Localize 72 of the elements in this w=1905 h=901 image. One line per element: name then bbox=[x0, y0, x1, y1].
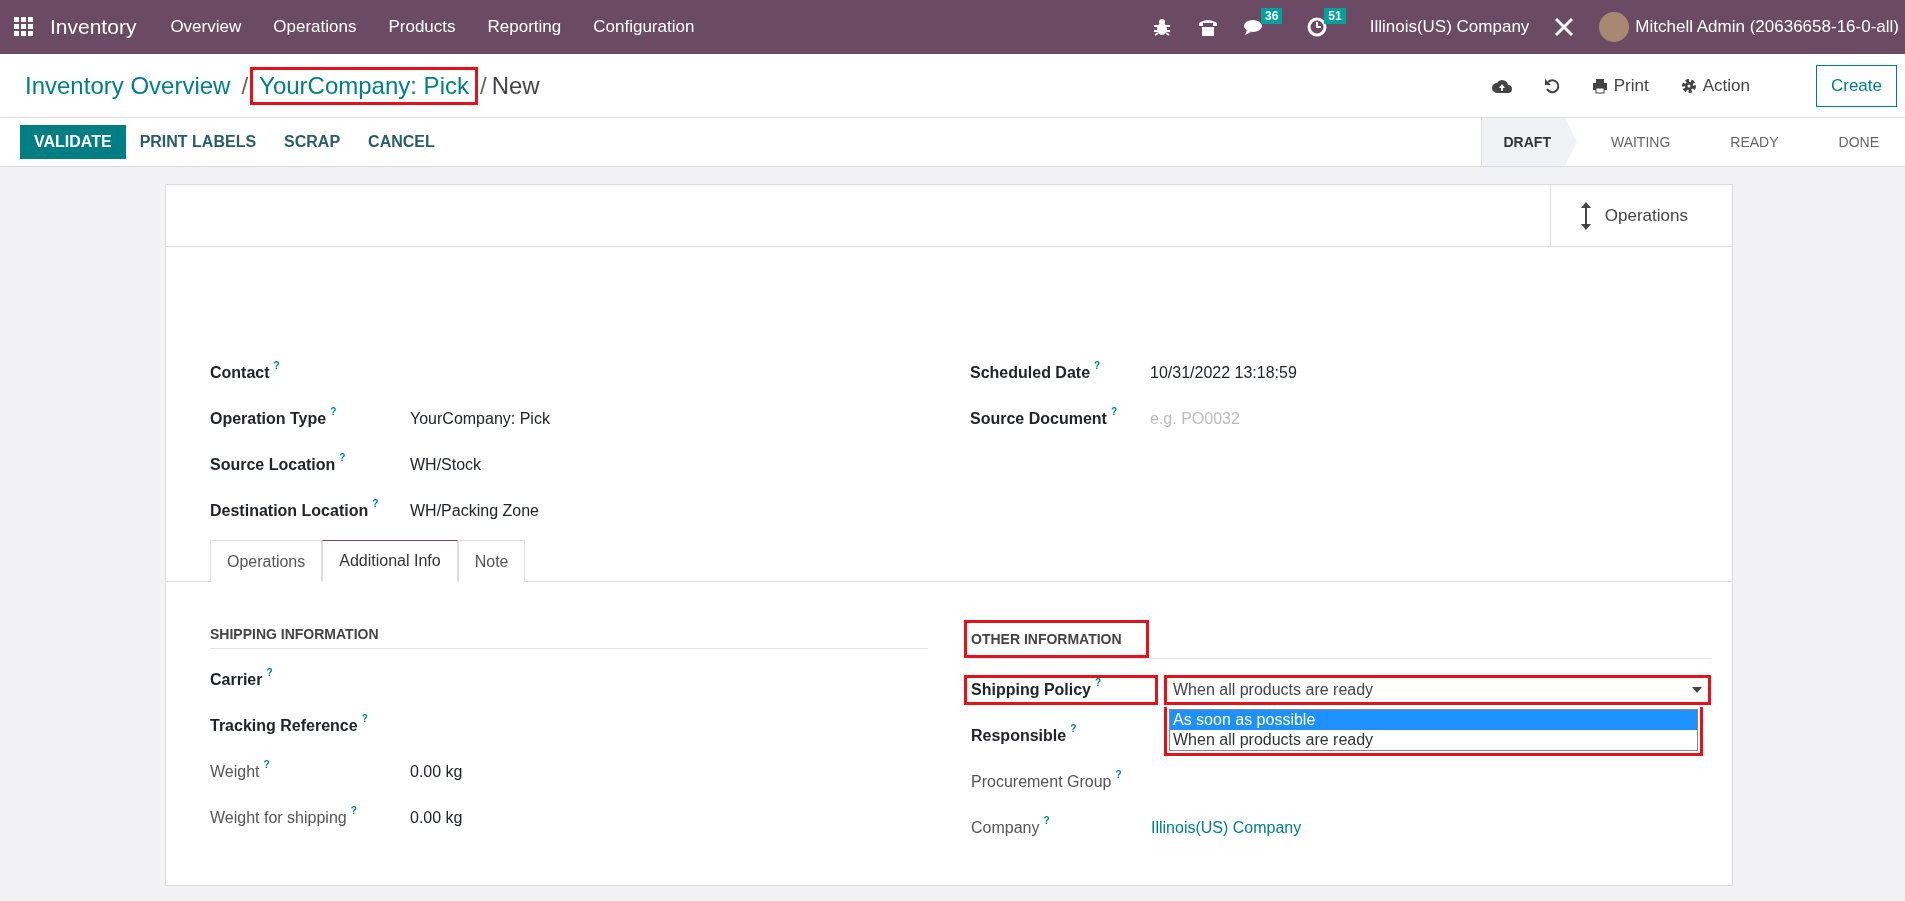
create-button[interactable]: Create bbox=[1815, 64, 1897, 107]
field-value: 10/31/2022 13:18:59 bbox=[1150, 364, 1297, 382]
printer-icon bbox=[1591, 77, 1608, 94]
breadcrumb-item[interactable]: Inventory Overview bbox=[22, 66, 240, 105]
user-menu[interactable]: Mitchell Admin (20636658-16-0-all) bbox=[1635, 17, 1899, 37]
help-mark[interactable]: ? bbox=[339, 452, 346, 463]
dropdown-option[interactable]: As soon as possible bbox=[1170, 710, 1697, 730]
field-value: WH/Stock bbox=[410, 456, 482, 474]
section-title: OTHER INFORMATION bbox=[964, 620, 1149, 658]
action-button[interactable]: Action bbox=[1674, 69, 1756, 102]
field-value: YourCompany: Pick bbox=[410, 410, 550, 428]
menu-item[interactable]: Operations bbox=[257, 17, 373, 37]
action-button[interactable]: PRINT LABELS bbox=[125, 125, 271, 159]
help-mark[interactable]: ? bbox=[372, 498, 379, 509]
menu-item[interactable]: Reporting bbox=[471, 17, 578, 37]
help-mark[interactable]: ? bbox=[350, 805, 357, 816]
dropdown-option[interactable]: When all products are ready bbox=[1170, 730, 1697, 750]
breadcrumb-item[interactable]: New bbox=[488, 66, 549, 105]
tab[interactable]: Note bbox=[457, 540, 526, 582]
field-label: Weight for shipping bbox=[210, 809, 347, 827]
field-label: Source Location bbox=[210, 456, 336, 474]
vertical-arrows-icon bbox=[1580, 201, 1591, 230]
field-label: Procurement Group bbox=[971, 773, 1112, 791]
tab[interactable]: Operations bbox=[210, 540, 323, 582]
breadcrumb-item[interactable]: YourCompany: Pick bbox=[250, 66, 478, 105]
menu-item[interactable]: Configuration bbox=[577, 17, 711, 37]
menu-item[interactable]: Overview bbox=[154, 17, 258, 37]
field-label: Carrier bbox=[210, 671, 263, 689]
field-label: Tracking Reference bbox=[210, 717, 358, 735]
field-link[interactable]: Illinois(US) Company bbox=[1151, 819, 1302, 837]
field-label: Destination Location bbox=[210, 502, 369, 520]
field-value: WH/Packing Zone bbox=[410, 502, 539, 520]
help-mark[interactable]: ? bbox=[263, 759, 270, 770]
tab[interactable]: Additional Info bbox=[322, 540, 458, 582]
message-count-badge: 36 bbox=[1260, 8, 1283, 24]
field-value: 0.00 kg bbox=[410, 763, 463, 781]
field-label: Responsible bbox=[971, 727, 1067, 745]
field-label: Source Document bbox=[970, 410, 1107, 428]
help-mark[interactable]: ? bbox=[1094, 360, 1101, 371]
field-label: Company bbox=[971, 819, 1040, 837]
help-mark[interactable]: ? bbox=[1115, 769, 1122, 780]
action-button[interactable]: SCRAP bbox=[270, 125, 355, 159]
menu-item[interactable]: Products bbox=[372, 17, 472, 37]
help-mark[interactable]: ? bbox=[1095, 677, 1102, 688]
company-switcher[interactable]: Illinois(US) Company bbox=[1369, 17, 1530, 37]
breadcrumb-separator: / bbox=[479, 71, 487, 100]
help-mark[interactable]: ? bbox=[1110, 406, 1118, 417]
activity-count-badge: 51 bbox=[1324, 8, 1346, 24]
action-button[interactable]: VALIDATE bbox=[20, 125, 126, 159]
help-mark[interactable]: ? bbox=[1043, 815, 1050, 826]
field-value: 0.00 kg bbox=[410, 809, 463, 827]
help-mark[interactable]: ? bbox=[361, 713, 368, 724]
field-label: Weight bbox=[210, 763, 260, 781]
help-mark[interactable]: ? bbox=[266, 667, 273, 678]
help-mark[interactable]: ? bbox=[1070, 723, 1077, 734]
apps-grid-icon[interactable] bbox=[14, 17, 34, 37]
status-stage[interactable]: DRAFT bbox=[1481, 118, 1577, 166]
section-title: SHIPPING INFORMATION bbox=[210, 625, 379, 644]
gear-icon bbox=[1680, 77, 1697, 94]
app-name[interactable]: Inventory bbox=[50, 15, 137, 39]
field-label: Shipping Policy bbox=[971, 681, 1091, 699]
print-button[interactable]: Print bbox=[1585, 69, 1655, 102]
breadcrumb-separator: / bbox=[241, 71, 249, 100]
field-label: Contact bbox=[210, 364, 270, 382]
field-label: Scheduled Date bbox=[970, 364, 1091, 382]
field-label: Operation Type bbox=[210, 410, 327, 428]
help-mark[interactable]: ? bbox=[273, 360, 280, 371]
caret-icon bbox=[1692, 687, 1702, 693]
help-mark[interactable]: ? bbox=[330, 406, 337, 417]
clock-icon[interactable] bbox=[1306, 16, 1329, 38]
select-field[interactable]: When all products are ready bbox=[1164, 675, 1711, 705]
action-button[interactable]: CANCEL bbox=[354, 125, 449, 159]
